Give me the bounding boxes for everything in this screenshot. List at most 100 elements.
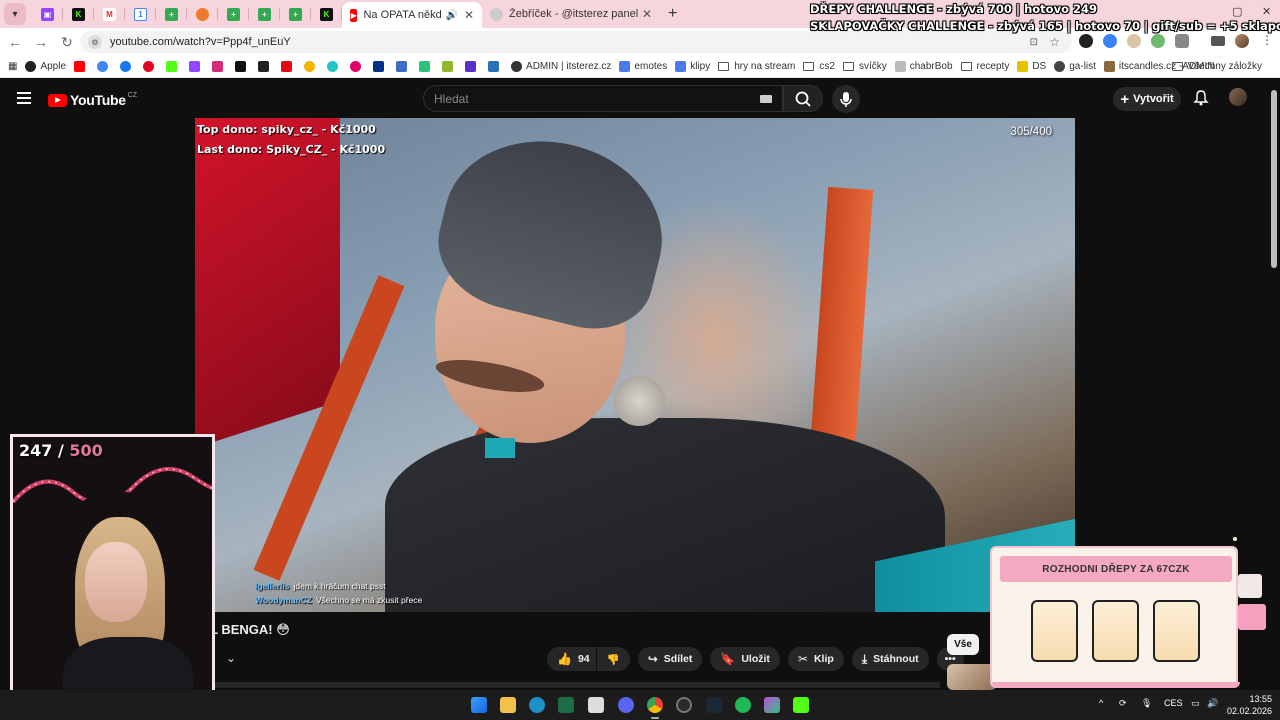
language-indicator[interactable]: CES (1164, 698, 1183, 708)
bookmark-folder-cs2[interactable]: cs2 (803, 61, 835, 72)
bookmark-generic[interactable] (304, 61, 319, 72)
close-tab-icon[interactable]: ✕ (464, 8, 474, 22)
bookmark-chabrbob[interactable]: chabrBob (894, 61, 953, 72)
discord-icon[interactable] (618, 697, 634, 713)
create-button[interactable]: + Vytvořit (1113, 87, 1181, 111)
profile-avatar[interactable] (1235, 34, 1249, 48)
bookmark-kick[interactable] (166, 61, 181, 72)
url-field[interactable]: ⚙ youtube.com/watch?v=Ppp4f_unEuY ⊡ ☆ (80, 31, 1072, 53)
bookmark-generic[interactable] (396, 61, 411, 72)
bookmark-x[interactable] (235, 61, 250, 72)
bookmark-generic[interactable] (258, 61, 273, 72)
filter-chip-all[interactable]: Vše (947, 634, 979, 655)
search-button[interactable] (783, 85, 823, 112)
reading-list-icon[interactable] (1211, 36, 1225, 46)
close-tab-icon[interactable]: ✕ (642, 7, 652, 21)
chrome-icon[interactable] (647, 697, 663, 713)
bookmark-apple[interactable]: Apple (25, 61, 66, 72)
account-avatar[interactable] (1229, 88, 1247, 106)
kick-icon[interactable] (793, 697, 809, 713)
tab-youtube-video[interactable]: ▶ Na OPATA někdo ZAVOLAL 🔊 ✕ (342, 2, 482, 28)
voice-search-button[interactable] (832, 85, 860, 113)
bookmark-generic[interactable] (350, 61, 365, 72)
pinned-tab-kick-2[interactable]: K (311, 0, 342, 28)
chevron-down-icon[interactable]: ⌄ (226, 651, 236, 665)
youtube-logo[interactable]: YouTube CZ (48, 92, 137, 108)
bookmark-twitch[interactable] (189, 61, 204, 72)
bookmark-instagram[interactable] (212, 61, 227, 72)
extension-icon[interactable] (1079, 34, 1093, 48)
install-app-icon[interactable]: ⊡ (1030, 37, 1038, 48)
tray-expand-icon[interactable]: ^ (1099, 698, 1103, 708)
bookmark-folder-recepty[interactable]: recepty (960, 61, 1009, 72)
menu-icon[interactable] (17, 92, 31, 104)
spotify-icon[interactable] (735, 697, 751, 713)
start-windows-icon[interactable] (471, 697, 487, 713)
tab-search-button[interactable]: ▾ (4, 3, 26, 25)
bookmark-folder-hry[interactable]: hry na stream (718, 61, 795, 72)
download-button[interactable]: ⤓ Stáhnout (851, 647, 929, 671)
app-triangle-icon[interactable] (764, 697, 780, 713)
network-icon[interactable]: ▭ (1191, 698, 1200, 709)
page-scrollbar[interactable] (1271, 90, 1277, 268)
pinned-tab-sheets-4[interactable]: + (280, 0, 311, 28)
dislike-button[interactable]: 👎 (596, 647, 630, 671)
file-explorer-icon[interactable] (500, 697, 516, 713)
clip-button[interactable]: ✂ Klip (787, 647, 844, 671)
tray-microphone-icon[interactable]: 🎙 (1141, 698, 1152, 709)
bookmark-all-folder[interactable]: Všechny záložky (1171, 61, 1262, 72)
bookmark-netflix[interactable] (281, 61, 296, 72)
bookmark-generic[interactable] (327, 61, 342, 72)
volume-icon[interactable]: 🔊 (1207, 698, 1218, 709)
notifications-bell-icon[interactable] (1193, 90, 1209, 106)
browser-menu-icon[interactable]: ⋮ (1261, 33, 1273, 47)
bookmark-youtube[interactable] (74, 61, 89, 72)
bookmark-google[interactable] (97, 61, 112, 72)
speaker-icon[interactable]: 🔊 (445, 10, 457, 21)
pinned-tab-sheets-3[interactable]: + (249, 0, 280, 28)
extension-icon[interactable] (1127, 34, 1141, 48)
bookmark-generic[interactable] (419, 61, 434, 72)
bookmark-klipy[interactable]: klipy (675, 61, 710, 72)
capcut-icon[interactable] (588, 697, 604, 713)
bookmark-star-icon[interactable]: ☆ (1049, 35, 1060, 49)
forward-button[interactable]: → (28, 34, 54, 50)
obs-icon[interactable] (676, 697, 692, 713)
bookmark-ds[interactable]: DS (1017, 61, 1046, 72)
tray-sync-icon[interactable]: ⟳ (1119, 698, 1127, 709)
steam-icon[interactable] (706, 697, 722, 713)
pinned-tab-gmail[interactable]: M (94, 0, 125, 28)
bookmark-facebook[interactable] (120, 61, 135, 72)
pinned-tab-sheets-2[interactable]: + (218, 0, 249, 28)
pinned-tab-calendar[interactable]: 1 (125, 0, 156, 28)
excel-icon[interactable] (558, 697, 574, 713)
bookmark-admin[interactable]: ADMIN | itsterez.cz (511, 61, 611, 72)
share-button[interactable]: ↪ Sdílet (637, 647, 703, 671)
bookmark-generic[interactable] (442, 61, 457, 72)
tab-zebricek[interactable]: Žebříček - @itsterez panel ✕ (482, 0, 660, 28)
close-window-button[interactable]: ✕ (1262, 5, 1271, 18)
pinned-tab-kick[interactable]: K (63, 0, 94, 28)
system-clock[interactable]: 13:55 02.02.2026 (1227, 693, 1272, 717)
bookmark-emotes[interactable]: emotes (619, 61, 667, 72)
extension-icon[interactable] (1103, 34, 1117, 48)
video-player[interactable]: Top dono: spiky_cz_ - Kč1000 Last dono: … (195, 118, 1075, 612)
pinned-tab-orange[interactable] (187, 0, 218, 28)
bookmark-pinterest[interactable] (143, 61, 158, 72)
search-input[interactable]: Hledat (423, 85, 783, 112)
description-box[interactable] (210, 682, 940, 688)
apps-grid-icon[interactable]: ▦ (8, 61, 17, 72)
bookmark-generic[interactable] (465, 61, 480, 72)
reload-button[interactable]: ↻ (54, 34, 80, 51)
extensions-puzzle-icon[interactable] (1175, 34, 1189, 48)
save-button[interactable]: 🔖 Uložit (710, 647, 780, 671)
maximize-window-button[interactable]: ▢ (1232, 5, 1242, 18)
like-button[interactable]: 👍 94 (547, 647, 596, 671)
new-tab-button[interactable]: + (668, 5, 677, 23)
back-button[interactable]: ← (2, 34, 28, 50)
pinned-tab-twitch[interactable]: ▣ (32, 0, 63, 28)
keyboard-icon[interactable] (760, 95, 772, 103)
pinned-tab-sheets-1[interactable]: + (156, 0, 187, 28)
bookmark-paypal[interactable] (373, 61, 388, 72)
bookmark-ga-list[interactable]: ga-list (1054, 61, 1096, 72)
